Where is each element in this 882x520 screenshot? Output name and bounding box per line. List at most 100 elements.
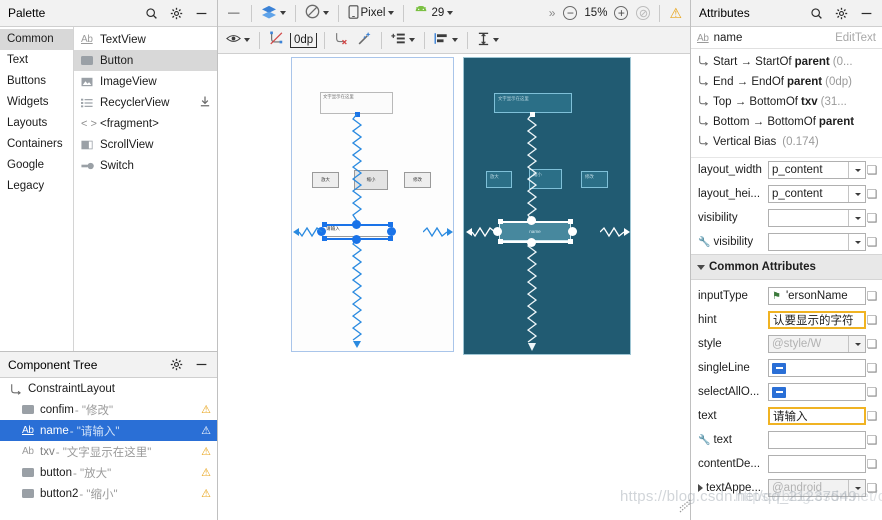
tree-node-button2[interactable]: button2 - "缩小" ⚠ bbox=[0, 483, 217, 504]
textappearance-dropdown[interactable]: @android bbox=[768, 479, 866, 497]
download-icon[interactable] bbox=[200, 96, 210, 110]
api-level-button[interactable]: 29 bbox=[409, 2, 457, 24]
resize-handle-br[interactable] bbox=[388, 236, 393, 241]
chevron-down-icon[interactable] bbox=[848, 336, 865, 352]
palette-category-common[interactable]: Common bbox=[0, 29, 73, 50]
palette-item-fragment[interactable]: < > <fragment> bbox=[74, 113, 217, 134]
singleline-checkbox[interactable] bbox=[768, 359, 866, 377]
canvas-resize-grip[interactable] bbox=[679, 499, 690, 513]
resource-picker-icon[interactable]: ❏ bbox=[866, 289, 878, 303]
resource-picker-icon[interactable]: ❏ bbox=[866, 211, 878, 225]
resource-picker-icon[interactable]: ❏ bbox=[866, 163, 878, 177]
chevron-down-icon[interactable] bbox=[848, 210, 865, 226]
search-icon[interactable] bbox=[144, 6, 159, 21]
minimize-icon[interactable] bbox=[194, 357, 209, 372]
design-canvas[interactable]: 文字显示在这里 放大 缩小 修改 请输入 文字显示在这里 放大 缩小 修改 na… bbox=[218, 54, 690, 520]
pack-button[interactable] bbox=[387, 29, 419, 51]
resource-picker-icon[interactable]: ❏ bbox=[866, 457, 878, 471]
selectallonfocus-checkbox[interactable] bbox=[768, 383, 866, 401]
default-margin-button[interactable]: 0dp bbox=[288, 29, 319, 51]
infer-constraints-button[interactable] bbox=[353, 29, 376, 51]
constraint-anchor-bottom[interactable] bbox=[352, 235, 361, 244]
blueprint-view-device[interactable]: 文字显示在这里 放大 缩小 修改 name bbox=[463, 57, 631, 355]
palette-category-legacy[interactable]: Legacy bbox=[0, 176, 73, 197]
palette-category-google[interactable]: Google bbox=[0, 155, 73, 176]
style-dropdown[interactable]: @style/W bbox=[768, 335, 866, 353]
layout-height-dropdown[interactable]: p_content bbox=[768, 185, 866, 203]
blueprint-resize-handle-br[interactable] bbox=[568, 239, 573, 244]
editor-minimize-button[interactable]: — bbox=[222, 2, 246, 24]
palette-item-button[interactable]: Button bbox=[74, 50, 217, 71]
tree-node-txv[interactable]: Ab txv - "文字显示在这里" ⚠ bbox=[0, 441, 217, 462]
palette-item-textview[interactable]: Ab TextView bbox=[74, 29, 217, 50]
constraint-row[interactable]: End → EndOf parent (0dp) bbox=[691, 72, 882, 92]
search-icon[interactable] bbox=[809, 6, 824, 21]
clear-constraints-button[interactable] bbox=[330, 29, 353, 51]
view-options-button[interactable] bbox=[222, 29, 254, 51]
blueprint-anchor-top[interactable] bbox=[527, 216, 536, 225]
autoconnect-toggle-button[interactable] bbox=[265, 29, 288, 51]
guidelines-button[interactable] bbox=[473, 29, 503, 51]
minimize-icon[interactable] bbox=[859, 6, 874, 21]
canvas-button-zoom-in[interactable]: 放大 bbox=[312, 172, 339, 188]
constraint-row[interactable]: Start → StartOf parent (0... bbox=[691, 52, 882, 72]
blueprint-txv-widget[interactable]: 文字显示在这里 bbox=[494, 93, 572, 113]
warning-icon[interactable]: ⚠ bbox=[201, 424, 211, 437]
palette-category-widgets[interactable]: Widgets bbox=[0, 92, 73, 113]
blueprint-button-zoom-in[interactable]: 放大 bbox=[486, 171, 512, 188]
chevron-down-icon[interactable] bbox=[848, 234, 865, 250]
inputtype-field[interactable]: ⚑ 'ersonName bbox=[768, 287, 866, 305]
hint-input[interactable]: 认要显示的字符 bbox=[768, 311, 866, 329]
blueprint-resize-handle-bl[interactable] bbox=[498, 239, 503, 244]
tools-visibility-dropdown[interactable] bbox=[768, 233, 866, 251]
blueprint-resize-handle-tl[interactable] bbox=[498, 219, 503, 224]
constraint-row[interactable]: Bottom → BottomOf parent bbox=[691, 112, 882, 132]
zoom-fit-button[interactable] bbox=[632, 2, 654, 24]
constraint-row[interactable]: Vertical Bias (0.174) bbox=[691, 132, 882, 152]
warning-icon[interactable]: ⚠ bbox=[201, 445, 211, 458]
constraint-anchor-end[interactable] bbox=[387, 227, 396, 236]
palette-item-scrollview[interactable]: ScrollView bbox=[74, 134, 217, 155]
zoom-in-button[interactable]: + bbox=[610, 2, 632, 24]
chevron-right-icon[interactable] bbox=[698, 484, 703, 492]
blueprint-edittext-selected[interactable]: name bbox=[499, 222, 571, 241]
resource-picker-icon[interactable]: ❏ bbox=[866, 337, 878, 351]
resource-picker-icon[interactable]: ❏ bbox=[866, 409, 878, 423]
palette-category-layouts[interactable]: Layouts bbox=[0, 113, 73, 134]
tree-node-confim[interactable]: confim - "修改" ⚠ bbox=[0, 399, 217, 420]
chevron-down-icon[interactable] bbox=[848, 162, 865, 178]
blueprint-resize-handle-tr[interactable] bbox=[568, 219, 573, 224]
issue-warning-button[interactable]: ⚠ bbox=[665, 2, 686, 24]
resource-picker-icon[interactable]: ❏ bbox=[866, 187, 878, 201]
palette-category-buttons[interactable]: Buttons bbox=[0, 71, 73, 92]
gear-icon[interactable] bbox=[169, 6, 184, 21]
blueprint-anchor-bottom[interactable] bbox=[527, 238, 536, 247]
contentdescription-input[interactable] bbox=[768, 455, 866, 473]
resource-picker-icon[interactable]: ❏ bbox=[866, 433, 878, 447]
canvas-button-confirm[interactable]: 修改 bbox=[404, 172, 431, 188]
constraint-row[interactable]: Top → BottomOf txv (31... bbox=[691, 92, 882, 112]
constraint-anchor-top[interactable] bbox=[352, 220, 361, 229]
palette-category-text[interactable]: Text bbox=[0, 50, 73, 71]
resource-picker-icon[interactable]: ❏ bbox=[866, 235, 878, 249]
design-surface-mode-button[interactable] bbox=[257, 2, 290, 24]
layout-width-dropdown[interactable]: p_content bbox=[768, 161, 866, 179]
palette-category-containers[interactable]: Containers bbox=[0, 134, 73, 155]
resource-picker-icon[interactable]: ❏ bbox=[866, 361, 878, 375]
minimize-icon[interactable] bbox=[194, 6, 209, 21]
warning-icon[interactable]: ⚠ bbox=[201, 403, 211, 416]
chevron-down-icon[interactable] bbox=[848, 480, 865, 496]
tree-node-button[interactable]: button - "放大" ⚠ bbox=[0, 462, 217, 483]
design-view-device[interactable]: 文字显示在这里 放大 缩小 修改 请输入 bbox=[291, 57, 454, 352]
chevron-down-icon[interactable] bbox=[848, 186, 865, 202]
gear-icon[interactable] bbox=[834, 6, 849, 21]
resource-picker-icon[interactable]: ❏ bbox=[866, 481, 878, 495]
tools-text-input[interactable] bbox=[768, 431, 866, 449]
canvas-txv-widget[interactable]: 文字显示在这里 bbox=[320, 92, 393, 114]
tree-node-name[interactable]: Ab name - "请输入" ⚠ bbox=[0, 420, 217, 441]
resource-picker-icon[interactable]: ❏ bbox=[866, 385, 878, 399]
blueprint-button-confirm[interactable]: 修改 bbox=[581, 171, 608, 188]
warning-icon[interactable]: ⚠ bbox=[201, 466, 211, 479]
palette-item-recyclerview[interactable]: RecyclerView bbox=[74, 92, 217, 113]
palette-item-imageview[interactable]: ImageView bbox=[74, 71, 217, 92]
